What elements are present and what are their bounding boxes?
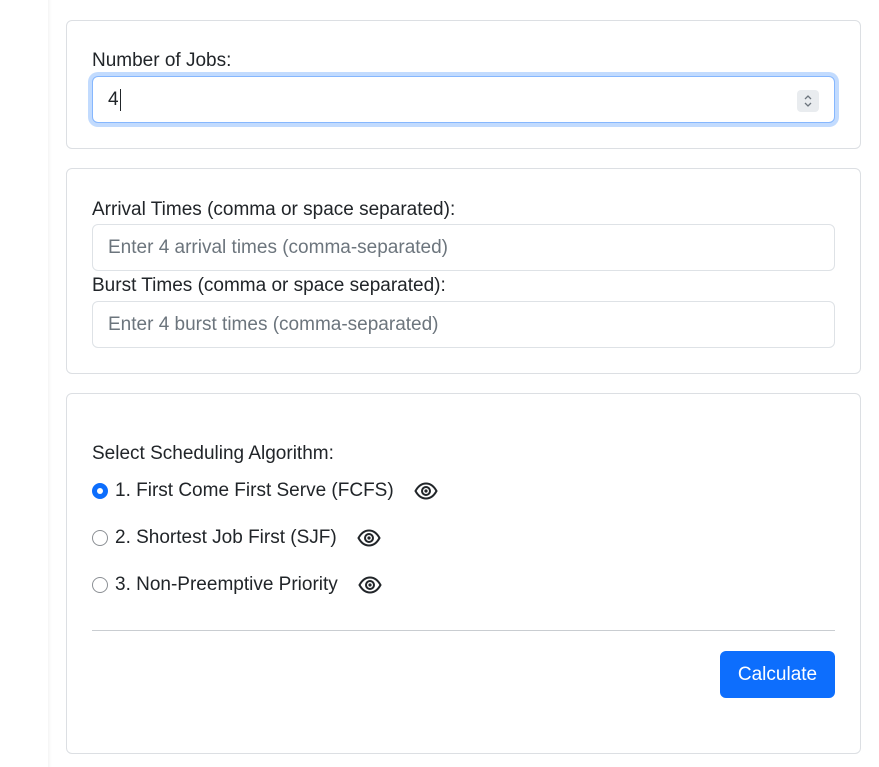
radio-sjf[interactable] [92, 530, 108, 546]
jobs-value: 4 [108, 88, 119, 110]
option-label-sjf[interactable]: 2. Shortest Job First (SJF) [115, 527, 337, 549]
burst-times-placeholder: Enter 4 burst times (comma-separated) [108, 313, 439, 335]
algorithm-option-sjf[interactable]: 2. Shortest Job First (SJF) [92, 526, 381, 550]
algorithm-label: Select Scheduling Algorithm: [92, 443, 334, 464]
times-card: Arrival Times (comma or space separated)… [66, 168, 861, 374]
arrival-times-input[interactable]: Enter 4 arrival times (comma-separated) [92, 224, 835, 271]
radio-fcfs[interactable] [92, 483, 108, 499]
spinner-arrows-icon [804, 95, 812, 107]
jobs-card: Number of Jobs: 4 [66, 20, 861, 149]
text-caret [119, 88, 121, 111]
arrival-times-label: Arrival Times (comma or space separated)… [92, 199, 456, 220]
burst-times-input[interactable]: Enter 4 burst times (comma-separated) [92, 301, 835, 348]
option-label-fcfs[interactable]: 1. First Come First Serve (FCFS) [115, 480, 394, 502]
jobs-label: Number of Jobs: [92, 50, 232, 71]
container-shadow [48, 0, 52, 767]
arrival-times-placeholder: Enter 4 arrival times (comma-separated) [108, 236, 448, 258]
jobs-number-input[interactable]: 4 [92, 76, 835, 123]
calculate-button[interactable]: Calculate [720, 651, 835, 698]
page: Number of Jobs: 4 Arrival Times (comma o… [0, 0, 879, 767]
option-label-priority[interactable]: 3. Non-Preemptive Priority [115, 574, 338, 596]
eye-icon[interactable] [358, 573, 382, 597]
number-spinner[interactable] [797, 90, 819, 112]
algorithm-option-priority[interactable]: 3. Non-Preemptive Priority [92, 573, 382, 597]
eye-icon[interactable] [414, 479, 438, 503]
algorithm-option-fcfs[interactable]: 1. First Come First Serve (FCFS) [92, 479, 438, 503]
section-divider [92, 630, 835, 631]
radio-priority[interactable] [92, 577, 108, 593]
burst-times-label: Burst Times (comma or space separated): [92, 275, 446, 296]
eye-icon[interactable] [357, 526, 381, 550]
algorithm-card: Select Scheduling Algorithm: 1. First Co… [66, 393, 861, 754]
